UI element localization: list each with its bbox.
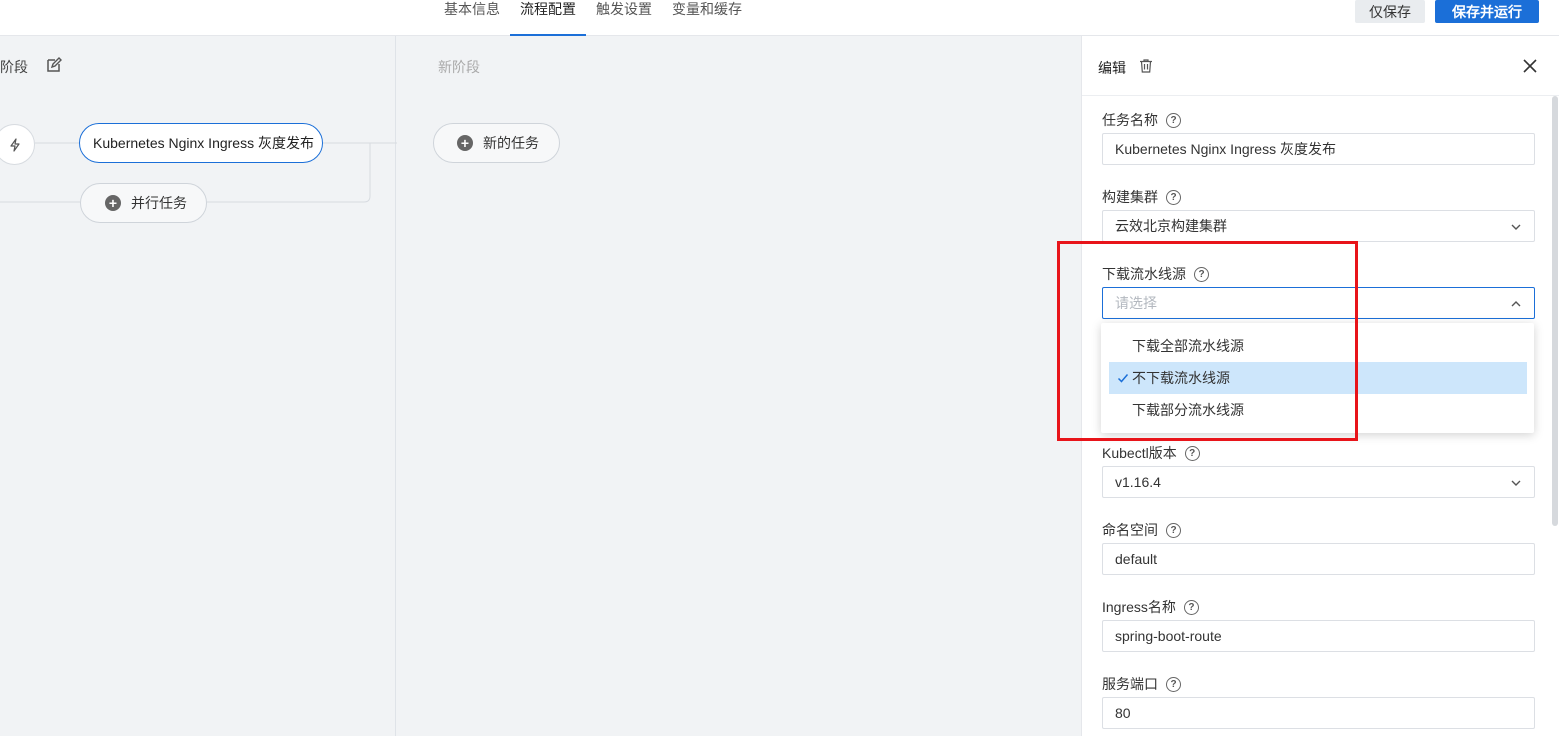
panel-header: 编辑 [1082, 36, 1559, 96]
stage-column-1: 新阶段 Kubernetes Nginx Ingress 灰度发布 + 并行任务 [0, 36, 396, 736]
dropdown-option-download-all[interactable]: 下载全部流水线源 [1109, 330, 1527, 362]
panel-scrollbar[interactable] [1552, 96, 1558, 526]
stage-title[interactable]: 新阶段 [0, 57, 28, 77]
close-icon[interactable] [1520, 56, 1540, 76]
trigger-node[interactable] [0, 124, 35, 165]
plus-circle-icon: + [105, 195, 121, 211]
add-new-task-button[interactable]: + 新的任务 [433, 123, 560, 163]
build-cluster-label: 构建集群 ? [1102, 187, 1181, 207]
add-parallel-task-button[interactable]: + 并行任务 [80, 183, 207, 223]
ingress-name-label: Ingress名称 ? [1102, 597, 1199, 617]
download-source-select[interactable]: 请选择 [1102, 287, 1535, 319]
build-cluster-select[interactable]: 云效北京构建集群 [1102, 210, 1535, 242]
kubectl-version-label: Kubectl版本 ? [1102, 443, 1200, 463]
tab-flow-config[interactable]: 流程配置 [510, 0, 586, 36]
namespace-input[interactable]: default [1102, 543, 1535, 575]
top-bar: 基本信息 流程配置 触发设置 变量和缓存 仅保存 保存并运行 [0, 0, 1559, 36]
service-port-input[interactable]: 80 [1102, 697, 1535, 729]
help-icon[interactable]: ? [1194, 266, 1209, 282]
trash-icon[interactable] [1138, 58, 1154, 74]
dropdown-option-no-download[interactable]: 不下载流水线源 [1109, 362, 1527, 394]
task-node-nginx-ingress[interactable]: Kubernetes Nginx Ingress 灰度发布 [79, 123, 323, 163]
help-icon[interactable]: ? [1184, 445, 1200, 461]
help-icon[interactable]: ? [1166, 522, 1181, 538]
ingress-name-input[interactable]: spring-boot-route [1102, 620, 1535, 652]
service-port-label: 服务端口 ? [1102, 674, 1181, 694]
tab-trigger-settings[interactable]: 触发设置 [586, 0, 662, 36]
stage-column-2: 新阶段 + 新的任务 [397, 36, 1081, 736]
kubectl-version-select[interactable]: v1.16.4 [1102, 466, 1535, 498]
help-icon[interactable]: ? [1166, 112, 1181, 128]
tab-bar: 基本信息 流程配置 触发设置 变量和缓存 [434, 0, 752, 36]
chevron-down-icon [1511, 480, 1521, 486]
help-icon[interactable]: ? [1166, 676, 1181, 692]
panel-title: 编辑 [1098, 60, 1126, 76]
check-icon [1117, 374, 1129, 383]
edit-icon[interactable] [46, 57, 62, 73]
help-icon[interactable]: ? [1166, 189, 1181, 205]
namespace-label: 命名空间 ? [1102, 520, 1181, 540]
stage-title-2[interactable]: 新阶段 [438, 57, 480, 77]
tab-basic-info[interactable]: 基本信息 [434, 0, 510, 36]
save-and-run-button[interactable]: 保存并运行 [1435, 0, 1539, 23]
help-icon[interactable]: ? [1183, 599, 1199, 615]
dropdown-option-download-partial[interactable]: 下载部分流水线源 [1109, 394, 1527, 426]
task-name-input[interactable]: Kubernetes Nginx Ingress 灰度发布 [1102, 133, 1535, 165]
save-only-button[interactable]: 仅保存 [1355, 0, 1425, 23]
chevron-down-icon [1511, 224, 1521, 230]
plus-circle-icon: + [457, 135, 473, 151]
download-source-label: 下载流水线源 ? [1102, 264, 1209, 284]
chevron-up-icon [1511, 301, 1521, 307]
download-source-dropdown: 下载全部流水线源 不下载流水线源 下载部分流水线源 [1101, 323, 1534, 433]
lightning-icon [9, 137, 20, 152]
task-name-label: 任务名称 ? [1102, 110, 1181, 130]
tab-variables-cache[interactable]: 变量和缓存 [662, 0, 752, 36]
